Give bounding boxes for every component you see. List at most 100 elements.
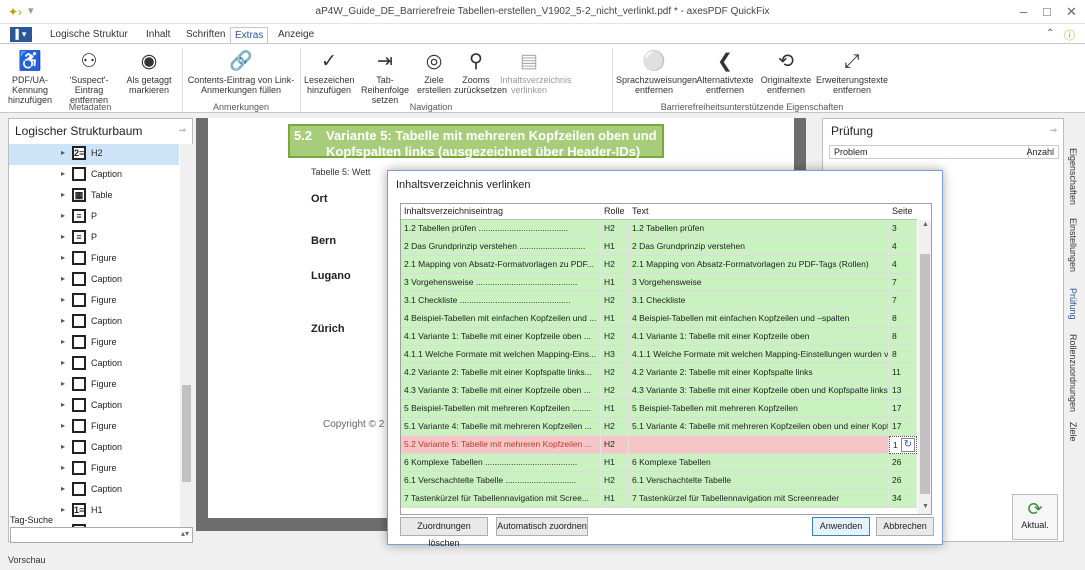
tree-item[interactable]: ▸ Caption <box>9 270 179 291</box>
column-header[interactable]: Anzahl <box>1026 147 1054 157</box>
grid-row[interactable]: 7 Tastenkürzel für Tabellennavigation mi… <box>401 490 917 508</box>
expand-arrow-icon[interactable]: ▸ <box>61 358 65 367</box>
add-bookmarks-button[interactable]: ✓ Lesezeichen hinzufügen <box>304 49 355 95</box>
grid-cell-entry[interactable]: 5.1 Variante 4: Tabelle mit mehreren Kop… <box>401 418 601 436</box>
tree-item[interactable]: ▸ Caption <box>9 312 179 333</box>
cancel-button[interactable]: Abbrechen <box>876 517 934 536</box>
grid-row[interactable]: 5.2 Variante 5: Tabelle mit mehreren Kop… <box>401 436 917 454</box>
grid-row[interactable]: 6 Komplexe Tabellen ....................… <box>401 454 917 472</box>
grid-cell-role[interactable]: H2 <box>601 364 629 382</box>
grid-cell-page[interactable]: 8 <box>889 346 917 364</box>
grid-row[interactable]: 2.1 Mapping von Absatz-Formatvorlagen zu… <box>401 256 917 274</box>
grid-row[interactable]: 4.2 Variante 2: Tabelle mit einer Kopfsp… <box>401 364 917 382</box>
help-icon[interactable]: ⓘ <box>1064 27 1075 43</box>
grid-cell-page[interactable]: 7 <box>889 274 917 292</box>
grid-cell-text[interactable]: 3 Vorgehensweise <box>629 274 889 292</box>
expand-arrow-icon[interactable]: ▸ <box>61 421 65 430</box>
remove-expansion-text-button[interactable]: ⤢ Erweiterungstexte entfernen <box>816 49 888 95</box>
column-header[interactable]: Problem <box>834 147 868 157</box>
tree-item[interactable]: ▸ Caption <box>9 438 179 459</box>
remove-suspect-button[interactable]: ⚇ 'Suspect'-Eintrag entfernen <box>60 49 118 105</box>
column-header-role[interactable]: Rolle <box>601 204 629 220</box>
link-toc-button[interactable]: ▤ Inhaltsverzeichnis verlinken <box>500 49 572 95</box>
expand-arrow-icon[interactable]: ▸ <box>61 169 65 178</box>
expand-arrow-icon[interactable]: ▸ <box>61 295 65 304</box>
grid-cell-page[interactable]: 26 <box>889 472 917 490</box>
grid-cell-entry[interactable]: 4.2 Variante 2: Tabelle mit einer Kopfsp… <box>401 364 601 382</box>
grid-cell-text[interactable]: 4.2 Variante 2: Tabelle mit einer Kopfsp… <box>629 364 889 382</box>
grid-cell-role[interactable]: H2 <box>601 472 629 490</box>
tree-item[interactable]: ▸ Figure <box>9 417 179 438</box>
tree-item[interactable]: ▸ ≡ P <box>9 228 179 249</box>
remove-actual-text-button[interactable]: ⟲ Originaltexte entfernen <box>758 49 814 95</box>
grid-cell-page[interactable]: 34 <box>889 490 917 508</box>
grid-cell-page[interactable]: 3 <box>889 220 917 238</box>
expand-arrow-icon[interactable]: ▸ <box>61 505 65 514</box>
remove-language-button[interactable]: ⚪ Sprachzuweisungen entfernen <box>616 49 697 95</box>
refresh-icon[interactable]: ↻ <box>901 438 915 452</box>
grid-row[interactable]: 5.1 Variante 4: Tabelle mit mehreren Kop… <box>401 418 917 436</box>
remove-alt-text-button[interactable]: ❮ Alternativtexte entfernen <box>694 49 756 95</box>
grid-cell-entry[interactable]: 5.2 Variante 5: Tabelle mit mehreren Kop… <box>401 436 601 454</box>
grid-cell-entry[interactable]: 3 Vorgehensweise .......................… <box>401 274 601 292</box>
grid-cell-page[interactable]: 8 <box>889 310 917 328</box>
tab-ziele[interactable]: Ziele <box>1068 422 1078 442</box>
grid-row[interactable]: 4.1 Variante 1: Tabelle mit einer Kopfze… <box>401 328 917 346</box>
grid-cell-role[interactable]: H2 <box>601 256 629 274</box>
tree-item[interactable]: ▸ Figure <box>9 459 179 480</box>
grid-cell-role[interactable]: H2 <box>601 292 629 310</box>
clear-mappings-button[interactable]: Zuordnungen löschen <box>400 517 488 548</box>
expand-arrow-icon[interactable]: ▸ <box>61 316 65 325</box>
tree-item[interactable]: ▸ 2≡ H2 <box>9 144 179 165</box>
tag-search-input[interactable]: ▴▾ <box>10 527 193 543</box>
grid-row[interactable]: 2 Das Grundprinzip verstehen ...........… <box>401 238 917 256</box>
tree-item[interactable]: ▸ Figure <box>9 333 179 354</box>
tree-item[interactable]: ▸ Figure <box>9 291 179 312</box>
grid-cell-text[interactable] <box>629 436 889 454</box>
grid-cell-page[interactable]: 7 <box>889 292 917 310</box>
grid-cell-entry[interactable]: 3.1 Checkliste .........................… <box>401 292 601 310</box>
scroll-down-icon[interactable]: ▼ <box>922 503 929 510</box>
grid-cell-entry[interactable]: 6 Komplexe Tabellen ....................… <box>401 454 601 472</box>
grid-cell-text[interactable]: 6 Komplexe Tabellen <box>629 454 889 472</box>
expand-arrow-icon[interactable]: ▸ <box>61 379 65 388</box>
tab-inhalt[interactable]: Inhalt <box>142 27 174 43</box>
grid-cell-role[interactable]: H2 <box>601 220 629 238</box>
grid-row[interactable]: 5 Beispiel-Tabellen mit mehreren Kopfzei… <box>401 400 917 418</box>
fill-contents-button[interactable]: 🔗 Contents-Eintrag von Link-Anmerkungen f… <box>186 49 296 95</box>
grid-cell-page[interactable]: 17 <box>889 418 917 436</box>
column-header-page[interactable]: Seite <box>889 204 917 220</box>
grid-row[interactable]: 4.1.1 Welche Formate mit welchen Mapping… <box>401 346 917 364</box>
expand-arrow-icon[interactable]: ▸ <box>61 253 65 262</box>
expand-arrow-icon[interactable]: ▸ <box>61 400 65 409</box>
expand-arrow-icon[interactable]: ▸ <box>61 274 65 283</box>
tab-pruefung[interactable]: Prüfung <box>1068 288 1078 320</box>
expand-arrow-icon[interactable]: ▸ <box>61 211 65 220</box>
tree-scrollbar-thumb[interactable] <box>182 385 191 482</box>
pdfua-button[interactable]: ♿ PDF/UA-Kennung hinzufügen <box>2 49 58 105</box>
grid-cell-page[interactable]: 17 <box>889 400 917 418</box>
minimize-icon[interactable]: – <box>1020 4 1027 19</box>
tree-item[interactable]: ▸ Caption <box>9 480 179 501</box>
tree-item[interactable]: ▸ Caption <box>9 165 179 186</box>
maximize-icon[interactable]: □ <box>1043 4 1051 19</box>
grid-cell-role[interactable]: H2 <box>601 418 629 436</box>
expand-arrow-icon[interactable]: ▸ <box>61 484 65 493</box>
grid-cell-page[interactable]: 4 <box>889 256 917 274</box>
grid-cell-role[interactable]: H2 <box>601 436 629 454</box>
set-tab-order-button[interactable]: ⇥ Tab-Reihenfolge setzen <box>356 49 414 105</box>
grid-cell-entry[interactable]: 4.3 Variante 3: Tabelle mit einer Kopfze… <box>401 382 601 400</box>
tab-extras[interactable]: Extras <box>230 27 269 43</box>
grid-cell-text[interactable]: 7 Tastenkürzel für Tabellennavigation mi… <box>629 490 889 508</box>
tree-item[interactable]: ▸ ≡ P <box>9 207 179 228</box>
pin-icon[interactable]: ⇾ <box>1049 125 1057 136</box>
tree-item[interactable]: ▸ Figure <box>9 375 179 396</box>
grid-cell-text[interactable]: 4.1 Variante 1: Tabelle mit einer Kopfze… <box>629 328 889 346</box>
grid-row[interactable]: 3.1 Checkliste .........................… <box>401 292 917 310</box>
grid-cell-entry[interactable]: 5 Beispiel-Tabellen mit mehreren Kopfzei… <box>401 400 601 418</box>
grid-cell-text[interactable]: 4.3 Variante 3: Tabelle mit einer Kopfze… <box>629 382 889 400</box>
file-menu-button[interactable]: ▌▾ <box>10 27 32 42</box>
pin-icon[interactable]: ⇾ <box>178 125 186 136</box>
grid-cell-role[interactable]: H1 <box>601 454 629 472</box>
heading-tag-highlight[interactable]: 5.2 Variante 5: Tabelle mit mehreren Kop… <box>288 124 664 159</box>
